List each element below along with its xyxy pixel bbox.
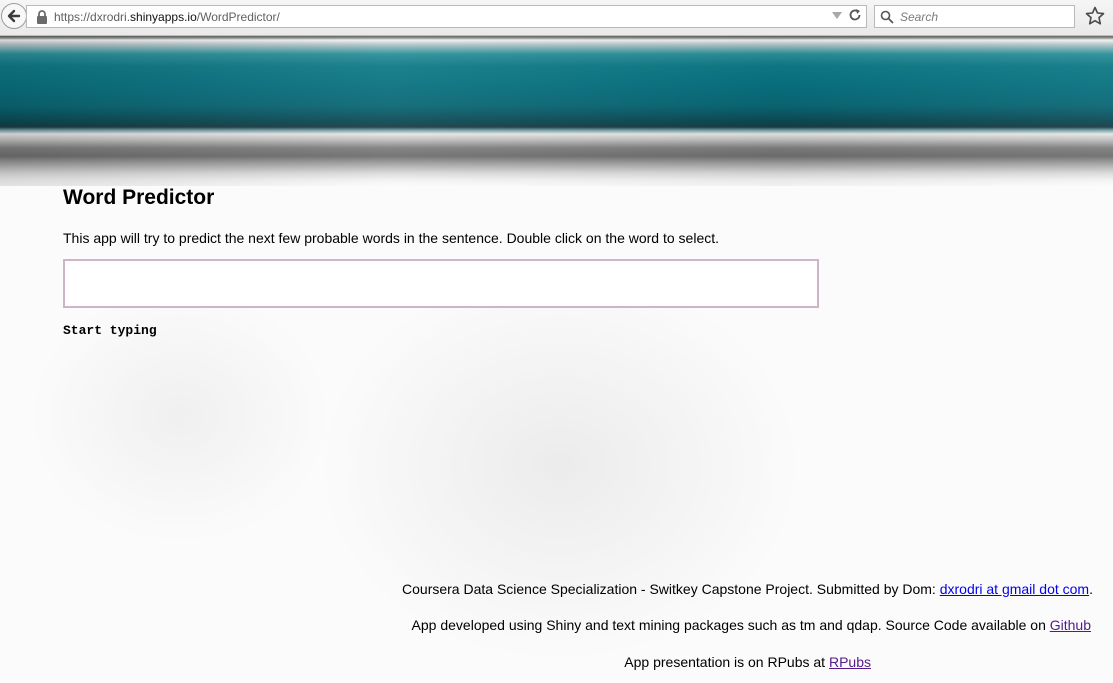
header-banner (0, 36, 1113, 186)
sentence-input[interactable] (63, 259, 819, 308)
url-text: https://dxrodri.shinyapps.io/WordPredict… (54, 10, 280, 24)
presentation-text: App presentation is on RPubs at (624, 654, 829, 670)
submission-suffix: . (1089, 581, 1093, 597)
url-domain: shinyapps.io (130, 9, 197, 24)
github-link[interactable]: Github (1050, 617, 1091, 633)
url-bar[interactable]: https://dxrodri.shinyapps.io/WordPredict… (26, 5, 867, 28)
submission-text: Coursera Data Science Specialization - S… (402, 581, 940, 597)
footer-line-source: App developed using Shiny and text minin… (412, 617, 1091, 633)
page-content: Word Predictor This app will try to pred… (0, 36, 1113, 683)
rpubs-link[interactable]: RPubs (829, 654, 871, 670)
prediction-output[interactable]: Start typing (63, 323, 157, 338)
browser-toolbar: https://dxrodri.shinyapps.io/WordPredict… (0, 0, 1113, 36)
email-link[interactable]: dxrodri at gmail dot com (940, 581, 1089, 597)
lock-icon (37, 9, 47, 24)
app-description: This app will try to predict the next fe… (63, 230, 720, 246)
footer-line-submission: Coursera Data Science Specialization - S… (402, 581, 1093, 597)
search-bar[interactable]: Search (874, 5, 1075, 28)
bookmark-star-icon[interactable] (1085, 6, 1105, 26)
page-title: Word Predictor (63, 186, 215, 209)
source-text: App developed using Shiny and text minin… (411, 617, 1050, 633)
back-arrow-icon (7, 9, 21, 23)
back-button[interactable] (1, 3, 27, 29)
search-placeholder: Search (900, 9, 939, 24)
search-icon (880, 10, 894, 24)
url-path: /WordPredictor/ (196, 9, 280, 24)
footer-line-presentation: App presentation is on RPubs at RPubs (624, 654, 871, 670)
dropdown-arrow-icon[interactable] (831, 9, 843, 21)
reload-icon[interactable] (848, 8, 862, 22)
url-prefix: https://dxrodri. (54, 9, 131, 24)
